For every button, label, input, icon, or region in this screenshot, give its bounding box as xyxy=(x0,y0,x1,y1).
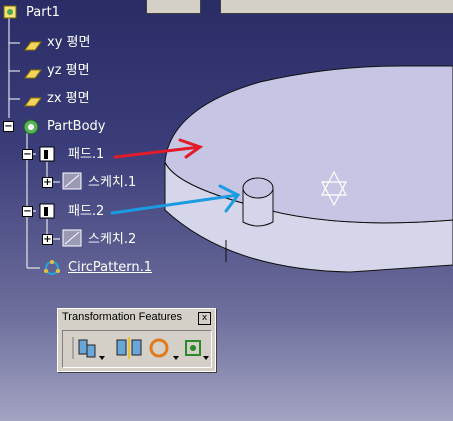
tree-item-xy-plane[interactable]: xy 평면 xyxy=(47,35,90,51)
tree-item-yz-plane[interactable]: yz 평면 xyxy=(47,63,90,79)
tree-root-label[interactable]: Part1 xyxy=(26,5,60,21)
toolbar-title: Transformation Features xyxy=(62,311,183,323)
plane-icon xyxy=(21,93,43,112)
close-icon[interactable]: x xyxy=(198,312,211,325)
toolbar-button-group xyxy=(62,330,212,368)
circular-pattern-icon xyxy=(40,259,64,281)
scale-button[interactable] xyxy=(181,334,211,362)
expand-toggle[interactable]: + xyxy=(42,234,53,245)
tree-item-sketch-1[interactable]: 스케치.1 xyxy=(88,175,136,191)
translation-button[interactable] xyxy=(67,334,107,362)
collapse-toggle[interactable]: − xyxy=(3,121,14,132)
sketch-icon xyxy=(61,171,83,195)
tree-item-pad-1[interactable]: 패드.1 xyxy=(68,147,104,163)
collapse-toggle[interactable]: − xyxy=(22,149,33,160)
plane-icon xyxy=(21,65,43,84)
scale-icon xyxy=(185,340,209,360)
tree-item-circpattern-1[interactable]: CircPattern.1 xyxy=(68,260,152,276)
pad-icon xyxy=(37,144,59,168)
tree-item-pad-2[interactable]: 패드.2 xyxy=(68,204,104,220)
tree-item-sketch-2[interactable]: 스케치.2 xyxy=(88,232,136,248)
collapse-toggle[interactable]: − xyxy=(22,206,33,217)
part-icon xyxy=(2,4,20,26)
specification-tree: Part1 xy 평면 yz 평면 zx 평면 − PartBody − 패드.… xyxy=(0,0,260,290)
body-gear-icon xyxy=(20,117,42,141)
tree-item-zx-plane[interactable]: zx 평면 xyxy=(47,91,90,107)
expand-toggle[interactable]: + xyxy=(42,177,53,188)
plane-icon xyxy=(21,37,43,56)
circular-pattern-button[interactable] xyxy=(143,334,183,362)
pad-icon xyxy=(37,201,59,225)
circular-pattern-icon xyxy=(149,338,179,360)
transformation-features-toolbar[interactable]: Transformation Features x xyxy=(57,308,216,372)
sketch-icon xyxy=(61,228,83,252)
tree-item-partbody[interactable]: PartBody xyxy=(47,119,105,135)
translation-icon xyxy=(72,337,105,360)
